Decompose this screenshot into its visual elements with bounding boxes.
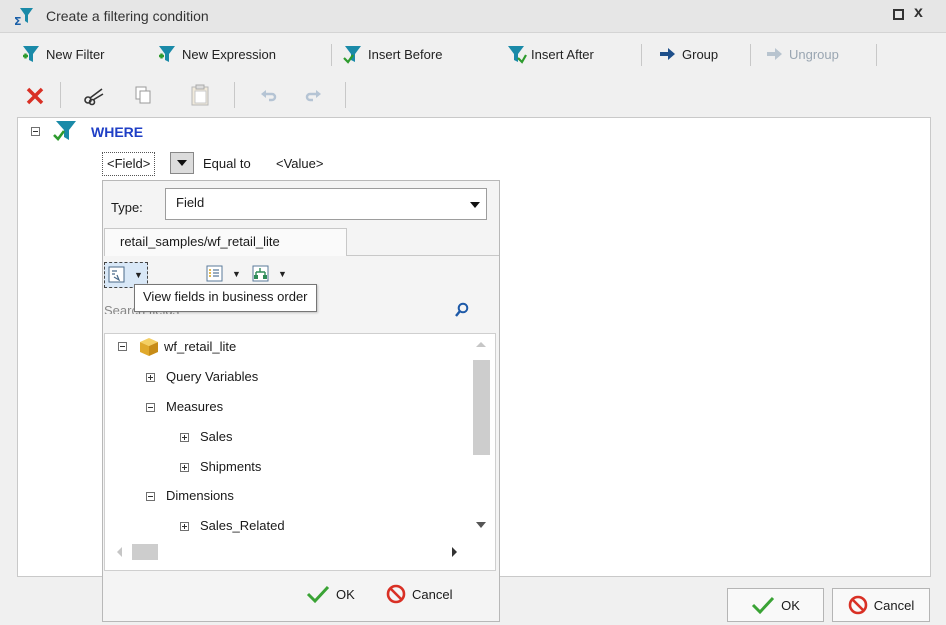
where-filter-icon bbox=[53, 121, 76, 141]
cancel-icon bbox=[386, 584, 406, 604]
cube-icon bbox=[140, 338, 158, 356]
cancel-button[interactable]: Cancel bbox=[832, 588, 930, 622]
type-select-value: Field bbox=[176, 195, 205, 210]
tree-item[interactable]: Sales bbox=[200, 429, 233, 444]
checkmark-icon bbox=[752, 596, 775, 615]
tree-horizontal-scroll-thumb[interactable] bbox=[132, 544, 158, 560]
toolbar-separator bbox=[60, 82, 61, 108]
chevron-down-icon: ▼ bbox=[232, 269, 241, 279]
edit-toolbar bbox=[0, 78, 946, 112]
list-view-icon bbox=[206, 265, 223, 282]
svg-text:Σ: Σ bbox=[14, 15, 22, 26]
new-filter-icon bbox=[23, 46, 39, 62]
popup-cancel-label: Cancel bbox=[412, 586, 453, 602]
copy-icon[interactable] bbox=[132, 84, 154, 106]
where-collapse-toggle[interactable] bbox=[31, 127, 40, 136]
cut-icon[interactable] bbox=[83, 84, 105, 106]
value-token[interactable]: <Value> bbox=[276, 156, 323, 171]
field-dropdown-button[interactable] bbox=[170, 152, 194, 174]
toolbar-separator bbox=[750, 44, 751, 66]
operator-label[interactable]: Equal to bbox=[203, 156, 251, 171]
cancel-label: Cancel bbox=[873, 597, 915, 613]
chevron-down-icon bbox=[470, 202, 480, 208]
source-tab[interactable]: retail_samples/wf_retail_lite bbox=[104, 228, 347, 256]
cancel-icon bbox=[848, 595, 868, 615]
toolbar: New Filter New Expression Insert Before … bbox=[0, 34, 946, 74]
tree-scroll-thumb[interactable] bbox=[473, 360, 490, 455]
popup-cancel-button[interactable]: Cancel bbox=[386, 584, 452, 604]
tree-toggle[interactable] bbox=[146, 403, 155, 412]
undo-icon[interactable] bbox=[260, 86, 278, 104]
tree-toggle[interactable] bbox=[146, 373, 155, 382]
chevron-down-icon: ▼ bbox=[134, 270, 143, 280]
insert-before-icon bbox=[343, 46, 361, 64]
new-expression-button[interactable]: New Expression bbox=[156, 43, 276, 65]
business-order-icon bbox=[108, 266, 125, 283]
insert-before-label: Insert Before bbox=[368, 46, 443, 62]
tree-toggle[interactable] bbox=[180, 433, 189, 442]
filter-icon: Σ bbox=[14, 8, 33, 26]
where-label: WHERE bbox=[91, 124, 144, 140]
scroll-up-arrow[interactable] bbox=[476, 342, 486, 347]
tree-toggle[interactable] bbox=[146, 492, 155, 501]
ungroup-arrow-icon bbox=[767, 48, 782, 60]
insert-after-button[interactable]: Insert After bbox=[505, 43, 594, 65]
ok-button[interactable]: OK bbox=[727, 588, 824, 622]
search-icon[interactable] bbox=[454, 302, 470, 318]
scroll-right-arrow[interactable] bbox=[452, 547, 457, 557]
new-expression-icon bbox=[159, 46, 175, 62]
tree-item[interactable]: Shipments bbox=[200, 459, 261, 474]
insert-before-button[interactable]: Insert Before bbox=[342, 43, 442, 65]
popup-ok-label: OK bbox=[336, 586, 355, 602]
tree-item[interactable]: Measures bbox=[166, 399, 223, 414]
tree-item[interactable]: Dimensions bbox=[166, 488, 234, 503]
group-button[interactable]: Group bbox=[656, 43, 718, 65]
scroll-down-arrow[interactable] bbox=[476, 522, 486, 528]
hierarchy-icon bbox=[252, 265, 269, 282]
ungroup-label: Ungroup bbox=[789, 46, 839, 62]
arrow-right-icon bbox=[660, 48, 675, 60]
close-icon[interactable]: x bbox=[914, 4, 923, 22]
new-filter-label: New Filter bbox=[46, 46, 105, 62]
tree-toggle[interactable] bbox=[118, 342, 127, 351]
delete-icon[interactable] bbox=[25, 86, 45, 106]
checkmark-icon bbox=[306, 585, 330, 604]
toolbar-separator bbox=[345, 82, 346, 108]
window-title: Create a filtering condition bbox=[46, 8, 209, 24]
list-view-button[interactable]: ▼ bbox=[205, 262, 241, 286]
toolbar-separator bbox=[876, 44, 877, 66]
tree-toggle[interactable] bbox=[180, 522, 189, 531]
insert-after-icon bbox=[508, 46, 527, 64]
tree-view-button[interactable]: ▼ bbox=[251, 262, 287, 286]
paste-icon[interactable] bbox=[189, 83, 211, 107]
new-filter-button[interactable]: New Filter bbox=[20, 43, 105, 65]
toolbar-separator bbox=[234, 82, 235, 108]
type-label: Type: bbox=[111, 200, 143, 215]
redo-icon[interactable] bbox=[304, 86, 322, 104]
tree-item[interactable]: Sales_Related bbox=[200, 518, 285, 533]
toolbar-separator bbox=[331, 44, 332, 66]
field-token[interactable]: <Field> bbox=[102, 152, 156, 176]
group-label: Group bbox=[682, 46, 719, 62]
field-tree bbox=[104, 333, 496, 571]
popup-ok-button[interactable]: OK bbox=[306, 584, 355, 604]
maximize-icon[interactable] bbox=[893, 9, 904, 20]
type-select[interactable]: Field bbox=[165, 188, 487, 220]
ok-label: OK bbox=[781, 597, 800, 613]
tab-underline bbox=[347, 255, 499, 256]
tooltip: View fields in business order bbox=[134, 284, 317, 312]
scroll-left-arrow[interactable] bbox=[117, 547, 122, 557]
toolbar-separator bbox=[641, 44, 642, 66]
title-bar: Σ Create a filtering condition x bbox=[0, 0, 946, 33]
ungroup-button[interactable]: Ungroup bbox=[763, 43, 839, 65]
new-expression-label: New Expression bbox=[182, 46, 276, 62]
insert-after-label: Insert After bbox=[531, 46, 594, 62]
chevron-down-icon: ▼ bbox=[278, 269, 287, 279]
tree-item[interactable]: Query Variables bbox=[166, 369, 258, 384]
tree-toggle[interactable] bbox=[180, 463, 189, 472]
tree-root-label[interactable]: wf_retail_lite bbox=[164, 339, 236, 354]
